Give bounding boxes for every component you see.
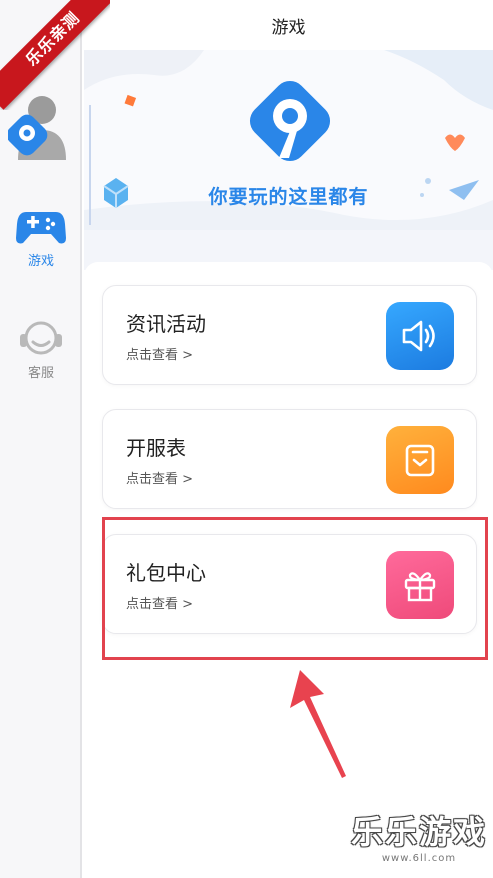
pointer-arrow-icon (290, 670, 346, 778)
sidebar-item-label: 游戏 (27, 254, 54, 269)
sidebar: 游戏 客服 (0, 0, 82, 878)
card-title: 资讯活动 (126, 312, 206, 336)
sidebar-item-service[interactable]: 客服 (0, 318, 82, 381)
page-title: 游戏 (271, 17, 306, 38)
news-events-card[interactable]: 资讯活动 点击查看 > (102, 285, 477, 385)
sidebar-item-game[interactable]: 游戏 (0, 208, 82, 269)
corner-ribbon: 乐乐亲测 (0, 0, 110, 110)
card-title: 开服表 (126, 436, 186, 460)
sidebar-item-label: 客服 (27, 366, 54, 381)
server-schedule-card[interactable]: 开服表 点击查看 > (102, 409, 477, 509)
highlight-box (102, 517, 488, 660)
card-subtitle: 点击查看 > (126, 472, 194, 487)
ribbon-text: 乐乐亲测 (0, 0, 110, 110)
gamepad-icon (16, 212, 66, 244)
watermark-url: www.6ll.com (381, 853, 457, 864)
page-header: 游戏 (84, 0, 493, 50)
speaker-icon (386, 302, 454, 370)
headset-icon (20, 321, 62, 355)
watermark-title: 乐乐游戏 (350, 813, 487, 851)
card-subtitle: 点击查看 > (126, 348, 194, 363)
banner: 你要玩的这里都有 (84, 50, 493, 230)
clipboard-icon (386, 426, 454, 494)
watermark: 乐乐游戏 www.6ll.com (351, 807, 487, 864)
banner-slogan: 你要玩的这里都有 (208, 186, 369, 208)
